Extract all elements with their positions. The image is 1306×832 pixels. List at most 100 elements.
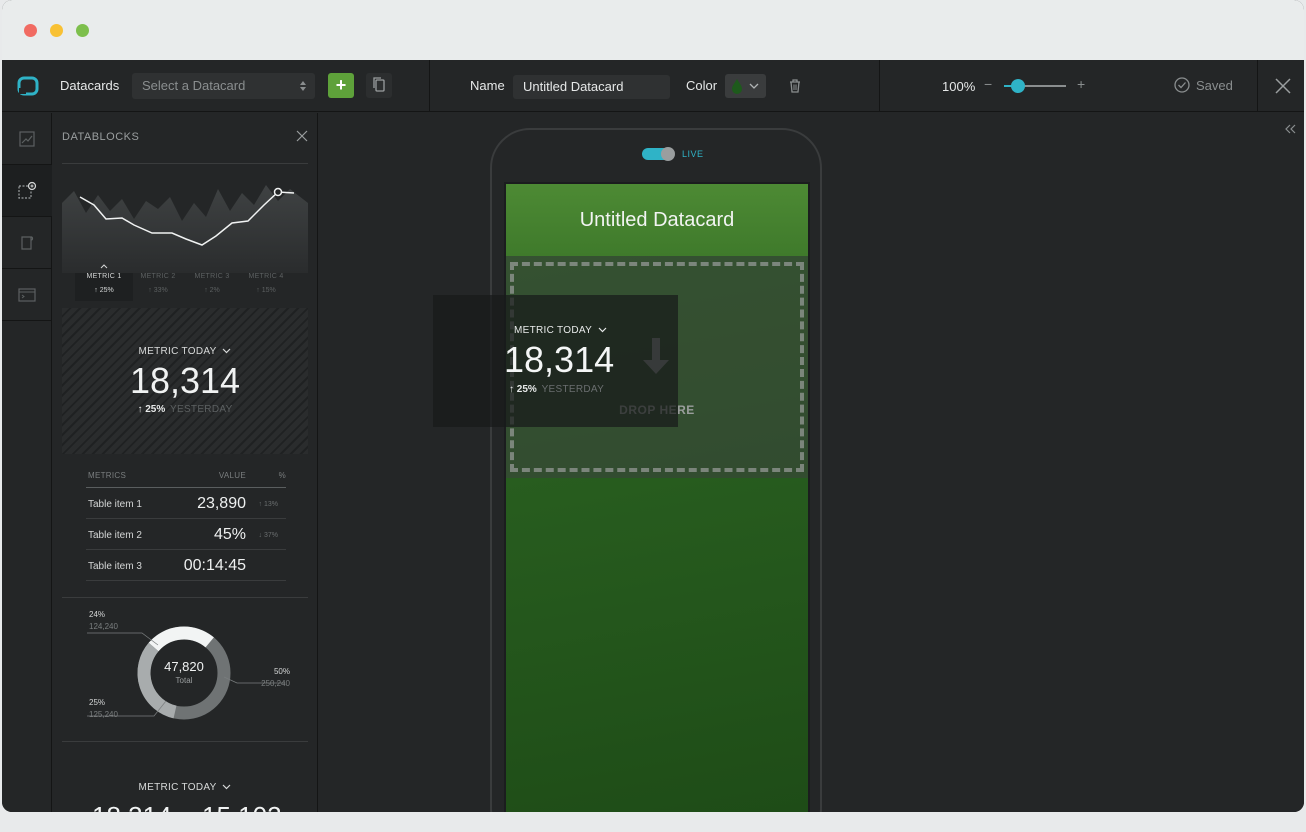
panel-title: DATABLOCKS: [62, 131, 140, 143]
table-row: Table item 3 00:14:45: [86, 550, 286, 581]
color-label: Color: [686, 78, 718, 93]
zoom-in-button[interactable]: +: [1077, 76, 1085, 92]
duplicate-button[interactable]: [366, 73, 392, 98]
metric-change-value: ↑ 25%: [137, 404, 166, 415]
metrics-table-block[interactable]: METRICS VALUE % Table item 1 23,890 ↑ 13…: [86, 468, 286, 581]
donut-chart-block[interactable]: 47,820 Total 24% 124,240 50% 250,240 25%…: [62, 603, 308, 743]
maximize-window-button[interactable]: [76, 24, 89, 37]
metric-today-label: METRIC TODAY: [62, 782, 308, 793]
color-drop-icon: [732, 79, 759, 94]
sidebar-item-console[interactable]: [2, 269, 52, 321]
datacard-select-placeholder: Select a Datacard: [142, 78, 246, 93]
row-pct: ↓ 37%: [258, 532, 278, 539]
icon-sidebar: [2, 113, 52, 812]
document-icon: [21, 235, 34, 250]
metric-change-value: ↑ 25%: [509, 384, 537, 395]
live-label: LIVE: [682, 149, 704, 159]
trash-icon[interactable]: [788, 78, 802, 94]
add-block-icon: [18, 181, 37, 199]
table-row: Table item 2 45% ↓ 37%: [86, 519, 286, 550]
app-logo-icon: [17, 76, 39, 96]
row-value: 45%: [213, 526, 246, 543]
divider: [62, 163, 308, 164]
close-window-button[interactable]: [24, 24, 37, 37]
close-panel-icon[interactable]: [296, 130, 308, 142]
metric-value: 18,314: [129, 360, 241, 401]
metric-today-block[interactable]: METRIC TODAY 18,314 ↑ 25% YESTERDAY: [62, 308, 308, 454]
sidebar-item-documents[interactable]: [2, 217, 52, 269]
zoom-slider-handle[interactable]: [1010, 79, 1025, 93]
donut-label: 25% 125,240: [89, 698, 118, 719]
metric-tab-4[interactable]: METRIC 4 ↑ 15%: [237, 273, 295, 294]
column-header-value: VALUE: [218, 471, 246, 480]
metric-tab-label: METRIC 3: [194, 273, 230, 280]
metric-label-text: METRIC TODAY: [138, 346, 217, 357]
saved-label: Saved: [1196, 77, 1233, 93]
donut-total: 47,820: [164, 659, 204, 674]
live-switch[interactable]: [642, 147, 675, 161]
datacard-select[interactable]: Select a Datacard: [132, 73, 315, 99]
metric-compare-block[interactable]: METRIC TODAY 18,314 15,102: [62, 753, 308, 812]
live-toggle[interactable]: LIVE: [642, 147, 704, 161]
toolbar-divider: [879, 60, 880, 112]
toolbar-divider: [429, 60, 430, 112]
terminal-icon: [18, 287, 36, 302]
mini-line-chart: [62, 185, 308, 273]
donut-label-count: 124,240: [89, 622, 118, 631]
donut-total-label: Total: [175, 676, 193, 685]
metric-tab-value: ↑ 2%: [204, 287, 220, 294]
dragged-metric-block[interactable]: METRIC TODAY 18,314 ↑ 25% YESTERDAY: [433, 295, 678, 427]
metric-tab-value: ↑ 33%: [148, 287, 168, 294]
divider: [62, 741, 308, 742]
datacard-name-input[interactable]: Untitled Datacard: [513, 75, 670, 99]
check-circle-icon: [1174, 77, 1190, 93]
sidebar-item-charts[interactable]: [2, 113, 52, 165]
chevron-down-icon: [598, 327, 607, 333]
metric-change: ↑ 25% YESTERDAY: [509, 384, 604, 395]
chevron-up-icon: [100, 264, 108, 269]
metric-value: 18,314: [504, 339, 615, 380]
toolbar-divider: [1257, 60, 1258, 112]
metric-tab-1[interactable]: METRIC 1 ↑ 25%: [75, 273, 133, 301]
row-pct: ↑ 13%: [258, 501, 278, 508]
collapse-panel-icon[interactable]: [1283, 123, 1297, 135]
metric-tab-value: ↑ 25%: [94, 287, 114, 294]
copy-icon: [373, 77, 385, 92]
row-value: 23,890: [197, 495, 246, 512]
metric-today-label: METRIC TODAY: [62, 346, 308, 357]
table-row: Table item 1 23,890 ↑ 13%: [86, 488, 286, 519]
editor-canvas: LIVE Untitled Datacard DROP HERE METRIC …: [319, 113, 1304, 812]
metric-today-label: METRIC TODAY: [514, 325, 607, 336]
metric-label-text: METRIC TODAY: [514, 325, 592, 336]
color-picker[interactable]: [725, 74, 766, 98]
donut-label: 50% 250,240: [260, 667, 290, 688]
metric-label-text: METRIC TODAY: [138, 782, 217, 793]
app-window: Datacards Select a Datacard + Name Untit…: [2, 0, 1304, 812]
donut-label-pct: 25%: [89, 698, 106, 707]
row-name: Table item 2: [88, 530, 142, 541]
column-header-metrics: METRICS: [88, 471, 127, 480]
metric-change: ↑ 25% YESTERDAY: [62, 404, 308, 415]
sidebar-item-datablocks[interactable]: [2, 165, 52, 217]
datacard-title[interactable]: Untitled Datacard: [506, 184, 808, 256]
close-editor-icon[interactable]: [1274, 77, 1292, 95]
chevron-down-icon: [223, 348, 231, 354]
metric-tab-2[interactable]: METRIC 2 ↑ 33%: [129, 273, 187, 294]
metric-tab-3[interactable]: METRIC 3 ↑ 2%: [183, 273, 241, 294]
zoom-out-button[interactable]: −: [984, 76, 992, 92]
datacards-label: Datacards: [60, 78, 120, 93]
window-titlebar: [2, 0, 1304, 60]
donut-label: 24% 124,240: [89, 610, 118, 631]
metric-change-label: YESTERDAY: [170, 404, 233, 415]
chart-icon: [19, 130, 35, 147]
datacard-screen: Untitled Datacard DROP HERE: [504, 182, 810, 812]
zoom-level: 100%: [942, 79, 976, 94]
row-name: Table item 1: [88, 499, 142, 510]
row-value: 00:14:45: [183, 557, 246, 574]
add-datacard-button[interactable]: +: [328, 73, 354, 98]
chevron-down-icon: [223, 784, 231, 790]
minimize-window-button[interactable]: [50, 24, 63, 37]
saved-status: Saved: [1174, 77, 1233, 93]
donut-label-count: 125,240: [89, 710, 118, 719]
toolbar: Datacards Select a Datacard + Name Untit…: [2, 60, 1304, 112]
